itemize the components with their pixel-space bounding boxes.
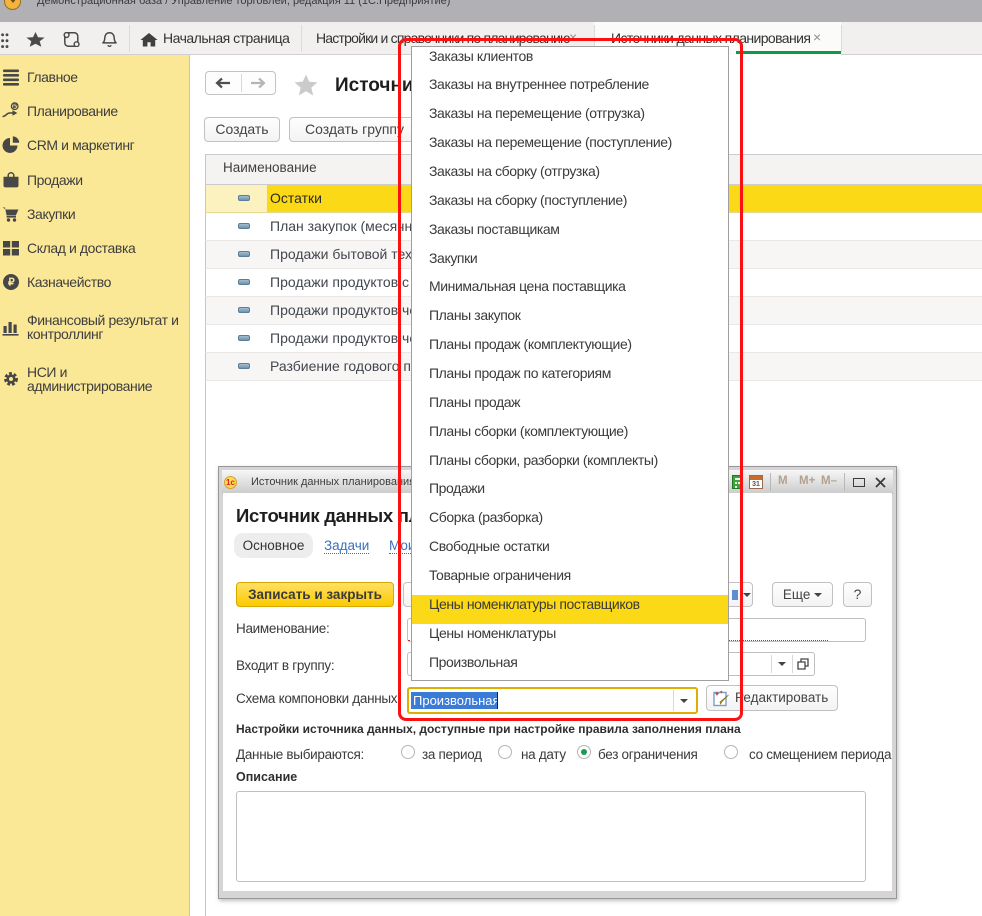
svg-text:₽: ₽: [8, 277, 15, 289]
